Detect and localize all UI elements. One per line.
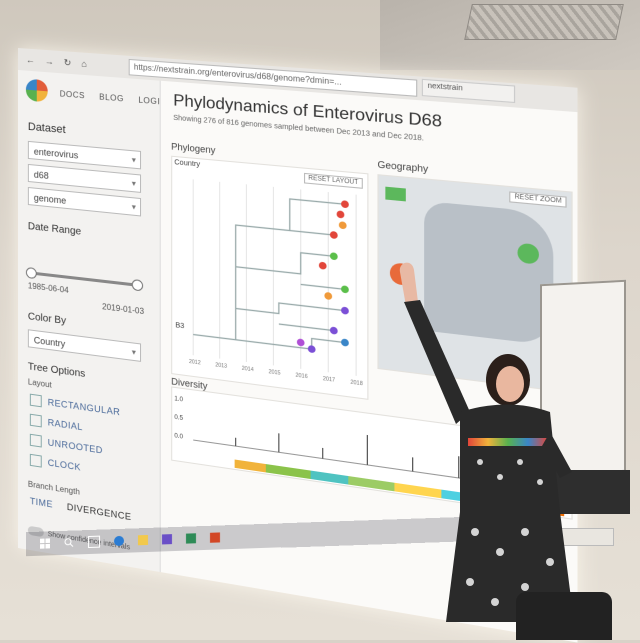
chair <box>516 592 612 640</box>
rectangular-tree-icon <box>29 393 42 408</box>
task-view-icon[interactable] <box>88 535 100 549</box>
dress-top <box>460 404 560 512</box>
dress-stripe <box>468 438 548 446</box>
date-end: 2019-01-03 <box>102 301 145 317</box>
date-range-heading: Date Range <box>27 221 82 238</box>
layout-clock-label: CLOCK <box>47 457 81 473</box>
layout-radial[interactable]: RADIAL <box>29 413 83 434</box>
layout-rectangular-label: RECTANGULAR <box>47 397 121 418</box>
chevron-down-icon: ▾ <box>131 202 136 212</box>
dataset-heading: Dataset <box>27 120 66 137</box>
unrooted-tree-icon <box>29 433 42 448</box>
chevron-down-icon: ▾ <box>131 178 136 189</box>
diversity-tick-label: 1.0 <box>174 396 184 404</box>
sidebar: DOCS BLOG LOGIN Dataset enterovirus ▾ d68… <box>18 70 167 573</box>
reset-zoom-button[interactable]: RESET ZOOM <box>509 191 567 208</box>
nextstrain-logo[interactable] <box>25 78 48 103</box>
radial-tree-icon <box>29 413 42 428</box>
color-by-select[interactable]: Country ▾ <box>27 329 142 362</box>
face <box>496 366 524 402</box>
slider-start-handle[interactable] <box>25 266 37 280</box>
presenter <box>399 262 574 622</box>
phylogeny-label: Phylogeny <box>171 141 216 156</box>
clade-label: B3 <box>175 322 185 331</box>
chevron-down-icon: ▾ <box>131 347 136 358</box>
home-icon[interactable]: ⌂ <box>81 59 86 70</box>
layout-unrooted-label: UNROOTED <box>47 437 103 456</box>
forward-icon[interactable]: → <box>45 56 54 67</box>
tree-axis-tick: 2014 <box>241 365 254 374</box>
dataset-select-3-value: genome <box>33 192 67 206</box>
tree-axis-tick: 2012 <box>188 358 201 367</box>
color-by-value: Country <box>33 335 66 350</box>
nav-docs[interactable]: DOCS <box>60 89 85 100</box>
outlook-icon[interactable] <box>162 534 172 545</box>
refresh-icon[interactable]: ↻ <box>64 57 72 69</box>
search-icon[interactable] <box>64 538 74 548</box>
dataset-select-2-value: d68 <box>33 169 49 181</box>
branch-length-label: Branch Length <box>27 479 80 497</box>
geography-label: Geography <box>377 159 429 175</box>
layout-radial-label: RADIAL <box>47 417 83 433</box>
nav-links: DOCS BLOG LOGIN <box>60 89 167 107</box>
excel-icon[interactable] <box>186 533 196 544</box>
edge-icon[interactable] <box>114 535 124 547</box>
raised-hand <box>399 262 418 306</box>
branch-length-options: TIME DIVERGENCE <box>30 496 132 522</box>
color-by-heading: Color By <box>27 311 67 327</box>
branch-divergence[interactable]: DIVERGENCE <box>67 502 132 522</box>
back-icon[interactable]: ← <box>26 55 35 66</box>
tree-axis-tick: 2013 <box>215 362 228 370</box>
layout-label: Layout <box>27 377 52 390</box>
diversity-tick-label: 0.0 <box>174 433 184 441</box>
clock-tree-icon <box>29 453 42 468</box>
phylogeny-panel: Country RESET LAYOUT B3 2012 2013 2014 2… <box>171 155 369 400</box>
branch-time[interactable]: TIME <box>30 496 53 510</box>
chevron-down-icon: ▾ <box>131 155 136 165</box>
map-zoom-control[interactable] <box>385 186 406 202</box>
date-start: 1985-06-04 <box>27 281 69 295</box>
ceiling-vent <box>464 4 624 40</box>
diversity-tick-label: 0.5 <box>174 414 184 423</box>
layout-unrooted[interactable]: UNROOTED <box>29 433 103 457</box>
browser-tab[interactable]: nextstrain <box>421 78 516 104</box>
windows-start-icon[interactable] <box>40 538 50 549</box>
ceiling <box>380 0 640 70</box>
tree-options-heading: Tree Options <box>27 361 86 381</box>
layout-clock[interactable]: CLOCK <box>29 453 81 474</box>
dataset-select-1-value: enterovirus <box>33 146 79 161</box>
powerpoint-icon[interactable] <box>210 532 220 543</box>
slider-end-handle[interactable] <box>131 278 144 292</box>
raised-arm <box>404 300 470 424</box>
nav-blog[interactable]: BLOG <box>99 92 124 103</box>
folder-icon[interactable] <box>138 534 148 546</box>
